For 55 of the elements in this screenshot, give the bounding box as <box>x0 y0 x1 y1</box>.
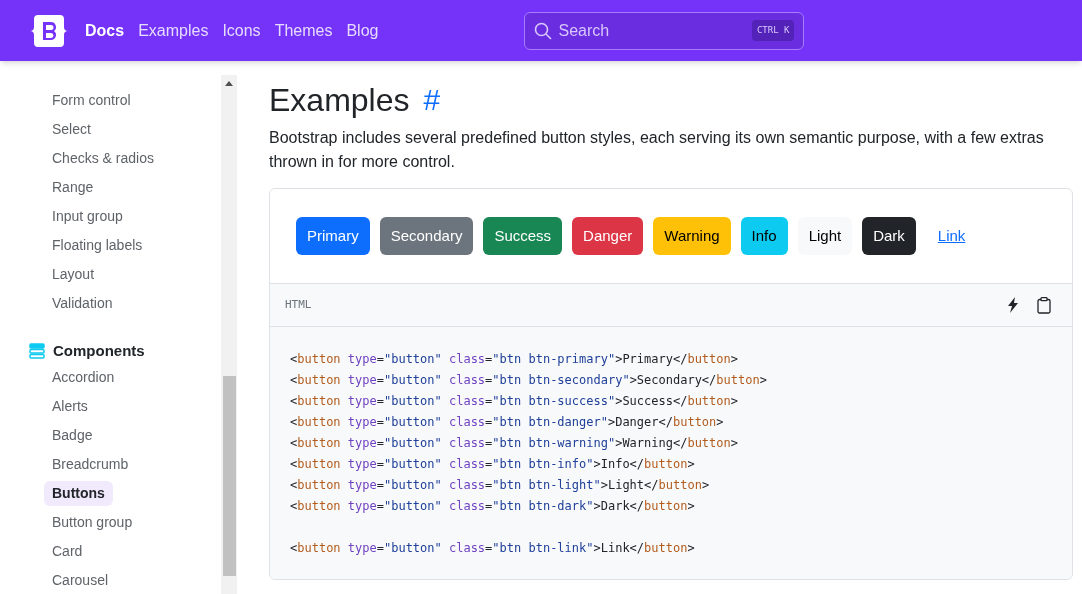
demo-button[interactable]: Success <box>483 217 563 255</box>
scrollbar-thumb[interactable] <box>222 376 236 576</box>
sidebar-item[interactable]: Accordion <box>44 364 123 390</box>
code-line: <button type="button" class="btn btn-warning">Warning</button> <box>290 435 738 452</box>
demo-button[interactable]: Primary <box>296 217 370 255</box>
code-line: <button type="button" class="btn btn-light">Light</button> <box>290 477 710 494</box>
sidebar-item[interactable]: Button group <box>44 509 141 535</box>
sidebar-item[interactable]: Select <box>44 117 99 142</box>
section-heading: Components <box>53 341 145 361</box>
page-heading: Examples <box>269 80 410 120</box>
demo-button[interactable]: Dark <box>862 217 916 255</box>
demo-button[interactable]: Danger <box>572 217 644 255</box>
sidebar-item[interactable]: Layout <box>44 262 103 287</box>
sidebar-item[interactable]: Floating labels <box>44 233 151 258</box>
sidebar-item[interactable]: Card <box>44 538 91 564</box>
code-line: <button type="button" class="btn btn-info">Info</button> <box>290 456 695 473</box>
demo-button[interactable]: Secondary <box>379 217 474 255</box>
search-icon <box>534 21 553 40</box>
nav-link[interactable]: Docs <box>85 18 125 43</box>
anchor-link[interactable]: # <box>423 77 441 122</box>
demo-button[interactable]: Light <box>797 217 853 255</box>
sidebar-item[interactable]: Range <box>44 175 102 200</box>
sidebar-item[interactable]: Breadcrumb <box>44 451 137 477</box>
code-line: <button type="button" class="btn btn-success">Success</button> <box>290 393 738 410</box>
clipboard-icon[interactable] <box>1037 296 1051 314</box>
list-icon <box>29 343 45 360</box>
sidebar-item[interactable]: Badge <box>44 422 101 448</box>
sidebar-item[interactable]: Carousel <box>44 567 117 593</box>
sidebar-item[interactable]: Checks & radios <box>44 146 162 171</box>
search-input[interactable]: Search <box>558 18 746 43</box>
sidebar-item[interactable]: Buttons <box>44 480 113 506</box>
demo-button[interactable]: Info <box>740 217 788 255</box>
search-field[interactable]: Search CTRL K <box>524 11 805 50</box>
code-line: <button type="button" class="btn btn-link">Link</button> <box>290 540 695 557</box>
nav-link[interactable]: Icons <box>222 18 261 43</box>
code-line: <button type="button" class="btn btn-dark">Dark</button> <box>290 498 695 515</box>
sidebar-item[interactable]: Input group <box>44 204 131 229</box>
code-line: <button type="button" class="btn btn-secondary">Secondary</button> <box>290 372 767 389</box>
nav-link[interactable]: Blog <box>346 18 379 43</box>
shortcut-badge: CTRL K <box>751 19 795 42</box>
language-label: HTML <box>285 296 312 313</box>
code-line: <button type="button" class="btn btn-danger">Danger</button> <box>290 414 724 431</box>
sidebar-item[interactable]: Form control <box>44 88 139 113</box>
nav-link[interactable]: Themes <box>274 18 333 43</box>
lightning-icon[interactable] <box>1007 297 1019 313</box>
code-line: <button type="button" class="btn btn-primary">Primary</button> <box>290 351 738 368</box>
nav-link[interactable]: Examples <box>138 18 209 43</box>
sidebar-item[interactable]: Validation <box>44 291 121 316</box>
demo-button[interactable]: Warning <box>653 217 731 255</box>
sidebar-item[interactable]: Alerts <box>44 393 96 419</box>
demo-button[interactable]: Link <box>925 217 978 255</box>
scroll-up-icon[interactable] <box>225 81 233 86</box>
logo-icon[interactable] <box>29 14 69 47</box>
scrollbar[interactable] <box>221 75 237 594</box>
intro-paragraph: Bootstrap includes several predefined button styles, each serving its own semantic purpose, with a few extras thrown in for more control. <box>269 128 1045 172</box>
